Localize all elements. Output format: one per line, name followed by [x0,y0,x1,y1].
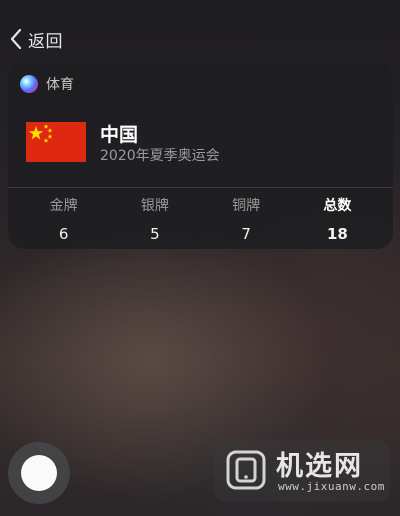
watermark-logo-icon [226,450,266,490]
chevron-left-icon [10,28,22,50]
divider [8,187,393,188]
watermark-url: www.jixuanw.com [278,480,385,493]
siri-record-button[interactable] [8,442,70,504]
watermark: 机选网 www.jixuanw.com [214,440,390,502]
stat-value: 7 [241,225,251,243]
record-button-icon [21,455,57,491]
siri-icon [20,75,38,93]
sports-result-card[interactable]: 体育 中国 2020年夏季奥运会 金牌 6 银牌 5 铜牌 7 总数 18 [8,62,393,249]
stat-label: 银牌 [140,198,169,214]
stat-value: 18 [326,225,348,243]
stat-silver: 银牌 5 [109,195,200,243]
country-name: 中国 [100,124,139,146]
stat-bronze: 铜牌 7 [201,195,292,243]
stat-value: 5 [150,225,160,243]
stat-value: 6 [58,225,69,243]
event-name: 2020年夏季奥运会 [100,148,220,164]
stat-gold: 金牌 6 [18,195,109,243]
back-button[interactable]: 返回 [10,26,63,52]
back-label: 返回 [28,31,63,52]
stat-label: 铜牌 [232,198,261,214]
stat-total: 总数 18 [292,195,383,243]
stat-label: 总数 [323,198,352,214]
medal-stats: 金牌 6 银牌 5 铜牌 7 总数 18 [18,195,383,243]
stat-label: 金牌 [49,198,78,214]
china-flag-icon [26,122,86,162]
card-header: 体育 [20,74,74,94]
card-category: 体育 [46,77,74,93]
watermark-title: 机选网 [276,451,363,482]
